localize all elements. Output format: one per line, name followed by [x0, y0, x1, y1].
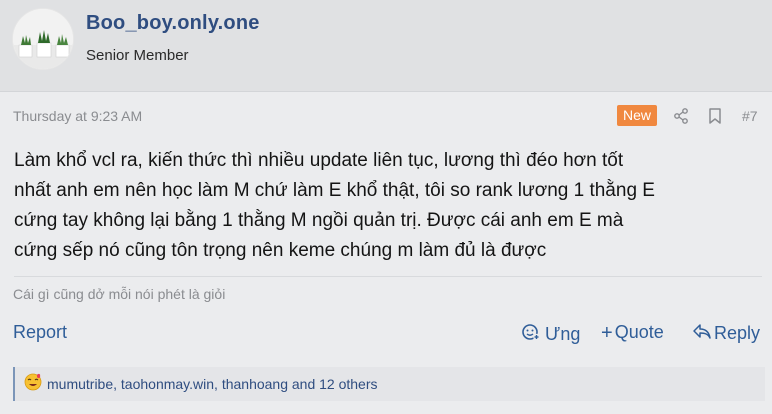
- quote-button[interactable]: + Quote: [601, 322, 664, 343]
- quote-label: Quote: [614, 322, 664, 342]
- post-line: Làm khổ vcl ra, kiến thức thì nhiều upda…: [14, 150, 624, 171]
- post-actions: Report Ưng + Quote Reply: [0, 322, 772, 348]
- post-meta-row: Thursday at 9:23 AM New #7: [0, 96, 772, 136]
- signature-divider: [14, 276, 762, 277]
- avatar-plants-image: [13, 9, 73, 69]
- react-label: Ưng: [545, 324, 581, 344]
- new-badge: New: [617, 105, 658, 126]
- post-number[interactable]: #7: [742, 108, 758, 124]
- post-user-header: Boo_boy.only.one Senior Member: [0, 0, 772, 92]
- reply-icon: [692, 322, 712, 345]
- post-body: Làm khổ vcl ra, kiến thức thì nhiều upda…: [14, 146, 760, 266]
- react-button[interactable]: Ưng: [521, 322, 580, 347]
- avatar[interactable]: [12, 8, 74, 70]
- signature: Cái gì cũng dở mỗi nói phét là giỏi: [13, 286, 226, 302]
- user-title: Senior Member: [86, 47, 189, 64]
- report-button[interactable]: Report: [13, 322, 67, 343]
- report-label: Report: [13, 322, 68, 342]
- reply-label: Reply: [714, 323, 761, 343]
- post-line: cứng tay không lại bằng 1 thằng M ngồi q…: [14, 210, 624, 231]
- username[interactable]: Boo_boy.only.one: [86, 12, 260, 35]
- reactions-summary[interactable]: mumutribe, taohonmay.win, thanhoang and …: [47, 376, 378, 392]
- reaction-emoji-icon: [23, 372, 43, 397]
- share-icon[interactable]: [672, 107, 690, 125]
- react-icon: [521, 322, 541, 347]
- post-line: nhất anh em nên học làm M chứ làm E khổ …: [14, 180, 655, 201]
- reactions-bar[interactable]: mumutribe, taohonmay.win, thanhoang and …: [13, 367, 765, 401]
- reply-button[interactable]: Reply: [692, 322, 760, 345]
- bookmark-icon[interactable]: [706, 107, 724, 125]
- post-date[interactable]: Thursday at 9:23 AM: [13, 108, 142, 124]
- quote-plus-icon: +: [601, 321, 613, 344]
- post-line: cứng sếp nó cũng tôn trọng nên keme chún…: [14, 240, 547, 261]
